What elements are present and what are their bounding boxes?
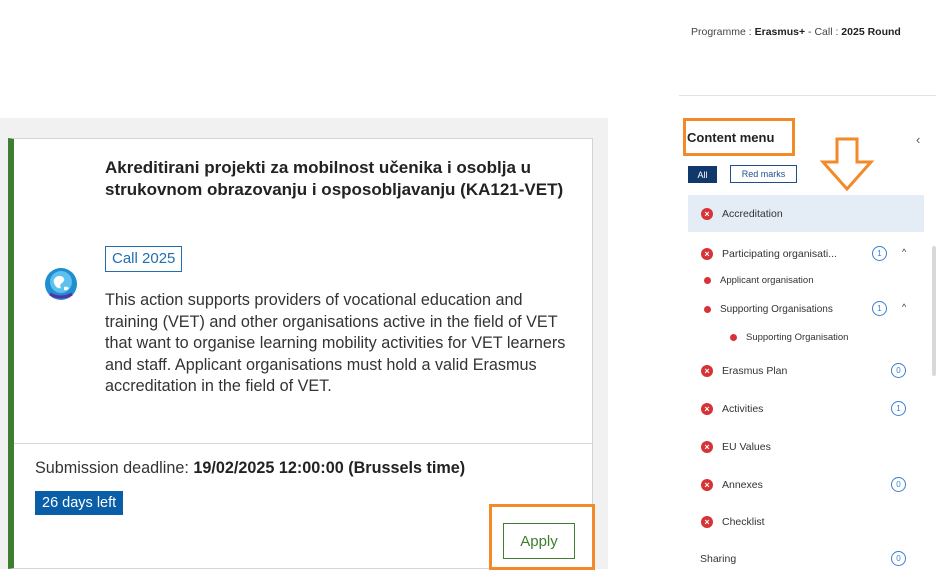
card-description: This action supports providers of vocati… bbox=[105, 291, 566, 395]
chevron-left-icon[interactable]: ‹ bbox=[916, 132, 920, 147]
call-badge: Call 2025 bbox=[105, 246, 183, 272]
filter-all-button[interactable]: All bbox=[688, 166, 717, 183]
deadline-label: Submission deadline: bbox=[35, 459, 189, 477]
error-icon: × bbox=[701, 478, 713, 491]
scrollbar[interactable] bbox=[932, 246, 936, 376]
menu-item-label: Applicant organisation bbox=[720, 274, 814, 286]
content-menu: Content menu ‹ All Red marks × Accredita… bbox=[679, 96, 936, 569]
count-badge: 1 bbox=[872, 301, 887, 316]
content-menu-title: Content menu bbox=[687, 130, 775, 145]
error-icon: × bbox=[701, 364, 713, 377]
programme-bar: Programme : Erasmus+ - Call : 2025 Round bbox=[679, 12, 936, 96]
menu-item-label: Annexes bbox=[722, 478, 763, 491]
menu-item-activities[interactable]: × Activities 1 bbox=[688, 390, 924, 427]
error-icon: × bbox=[701, 440, 713, 453]
menu-item-label: Participating organisati... bbox=[722, 247, 837, 260]
menu-item-label: Checklist bbox=[722, 515, 765, 528]
apply-button[interactable]: Apply bbox=[503, 523, 575, 559]
menu-item-supporting-organisation[interactable]: Supporting Organisation bbox=[688, 324, 924, 350]
programme-label: Programme : bbox=[691, 26, 752, 38]
error-icon: × bbox=[701, 515, 713, 528]
days-left-badge: 26 days left bbox=[35, 491, 124, 515]
card-divider bbox=[14, 443, 592, 444]
chevron-up-icon[interactable]: ^ bbox=[902, 302, 906, 312]
content-panel: Programme : Erasmus+ - Call : 2025 Round… bbox=[679, 12, 936, 569]
count-badge: 1 bbox=[891, 401, 906, 416]
menu-item-label: Erasmus Plan bbox=[722, 364, 788, 377]
programme-name: Erasmus+ bbox=[754, 26, 806, 38]
menu-item-label: EU Values bbox=[722, 440, 771, 453]
menu-item-accreditation[interactable]: × Accreditation bbox=[688, 195, 924, 232]
menu-item-sharing[interactable]: Sharing 0 bbox=[688, 540, 924, 577]
arrow-down-icon bbox=[819, 137, 875, 192]
deadline-value: 19/02/2025 12:00:00 (Brussels time) bbox=[193, 459, 466, 477]
call-card: Akreditirani projekti za mobilnost učeni… bbox=[8, 138, 595, 570]
menu-item-label: Supporting Organisation bbox=[746, 331, 849, 343]
filter-red-marks-button[interactable]: Red marks bbox=[730, 165, 797, 183]
menu-item-checklist[interactable]: × Checklist bbox=[688, 503, 924, 540]
error-dot-icon bbox=[730, 333, 737, 341]
error-icon: × bbox=[701, 402, 713, 415]
error-dot-icon bbox=[704, 276, 711, 284]
count-badge: 0 bbox=[891, 551, 906, 566]
menu-item-label: Activities bbox=[722, 402, 764, 415]
call-label: - Call : bbox=[808, 26, 839, 38]
menu-item-label: Accreditation bbox=[722, 207, 783, 220]
call-value: 2025 Round bbox=[841, 26, 901, 38]
card-title: Akreditirani projekti za mobilnost učeni… bbox=[105, 158, 564, 199]
menu-item-label: Sharing bbox=[700, 552, 737, 565]
count-badge: 0 bbox=[891, 477, 906, 492]
programme-info: Programme : Erasmus+ - Call : 2025 Round bbox=[691, 26, 901, 38]
chevron-up-icon[interactable]: ^ bbox=[902, 247, 906, 257]
menu-item-annexes[interactable]: × Annexes 0 bbox=[688, 466, 924, 503]
count-badge: 0 bbox=[891, 363, 906, 378]
menu-item-supporting-organisations[interactable]: Supporting Organisations 1 ^ bbox=[688, 294, 924, 324]
menu-item-label: Supporting Organisations bbox=[720, 303, 833, 315]
menu-item-erasmus-plan[interactable]: × Erasmus Plan 0 bbox=[688, 352, 924, 389]
error-dot-icon bbox=[704, 305, 711, 313]
error-icon: × bbox=[701, 247, 713, 260]
menu-item-eu-values[interactable]: × EU Values bbox=[688, 428, 924, 465]
call-card-area: Akreditirani projekti za mobilnost učeni… bbox=[0, 118, 608, 570]
count-badge: 1 bbox=[872, 246, 887, 261]
error-icon: × bbox=[701, 207, 713, 220]
submission-deadline: Submission deadline: 19/02/2025 12:00:00… bbox=[35, 459, 465, 478]
globe-icon bbox=[45, 268, 77, 300]
menu-item-applicant-organisation[interactable]: Applicant organisation bbox=[688, 266, 924, 294]
